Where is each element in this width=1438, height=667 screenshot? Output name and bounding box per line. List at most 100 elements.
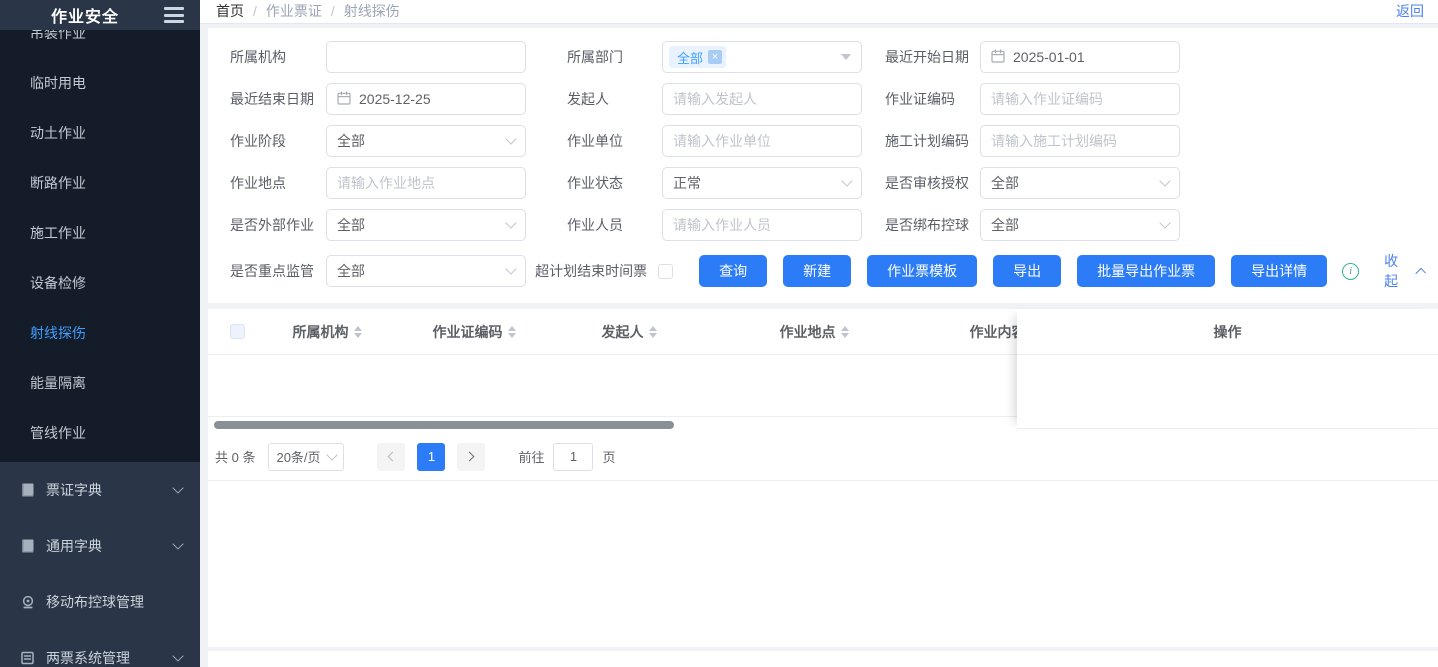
sidebar-item-common-dictionary[interactable]: 通用字典 (0, 518, 200, 574)
caret-down-icon (841, 54, 851, 60)
chevron-down-icon (327, 449, 338, 460)
page-size-value: 20条/页 (276, 447, 328, 466)
page-size-select[interactable]: 20条/页 (268, 443, 344, 471)
status-select[interactable]: 正常 (662, 167, 862, 199)
horizontal-scrollbar-thumb[interactable] (214, 421, 674, 429)
breadcrumb-home[interactable]: 首页 (216, 1, 244, 21)
header-cell-location[interactable]: 作业地点 (704, 322, 924, 342)
key-supervision-select-value: 全部 (337, 261, 507, 281)
search-button[interactable]: 查询 (699, 255, 767, 287)
sidebar-item-radiographic-testing[interactable]: 射线探伤 (0, 308, 200, 358)
sidebar-item-two-ticket-system[interactable]: 两票系统管理 (0, 630, 200, 667)
initiator-input-wrap (662, 83, 862, 115)
breadcrumb: 首页 / 作业票证 / 射线探伤 返回 (200, 0, 1438, 24)
location-input[interactable] (337, 175, 515, 191)
app-window: 吊装作业 临时用电 动土作业 断路作业 施工作业 设备检修 射线探伤 能量隔离 … (0, 0, 1438, 667)
end-date-label: 最近结束日期 (230, 89, 326, 109)
pagination-bar: 共 0 条 20条/页 1 前往 页 (208, 433, 1438, 481)
personnel-input[interactable] (673, 217, 851, 233)
chevron-down-icon (841, 175, 852, 186)
info-icon[interactable]: i (1342, 263, 1359, 280)
sidebar: 吊装作业 临时用电 动土作业 断路作业 施工作业 设备检修 射线探伤 能量隔离 … (0, 0, 200, 667)
overtime-ticket-checkbox[interactable] (658, 264, 673, 279)
status-select-value: 正常 (673, 173, 843, 193)
start-date-value: 2025-01-01 (1013, 49, 1085, 65)
prev-page-button[interactable] (377, 443, 405, 471)
chevron-right-icon (465, 452, 475, 462)
location-label: 作业地点 (230, 173, 326, 193)
sidebar-item-pipeline[interactable]: 管线作业 (0, 408, 200, 458)
ticket-template-button[interactable]: 作业票模板 (867, 255, 977, 287)
next-page-button[interactable] (457, 443, 485, 471)
select-all-checkbox[interactable] (230, 324, 245, 339)
sidebar-item-mobile-ball-management[interactable]: 移动布控球管理 (0, 574, 200, 630)
key-supervision-label: 是否重点监管 (230, 261, 326, 281)
sidebar-item-earthwork[interactable]: 动土作业 (0, 108, 200, 158)
sort-icon[interactable] (354, 326, 362, 338)
export-detail-button[interactable]: 导出详情 (1231, 255, 1327, 287)
breadcrumb-work-tickets[interactable]: 作业票证 (266, 1, 322, 21)
cert-code-input[interactable] (991, 91, 1169, 107)
bind-ball-label: 是否绑布控球 (885, 215, 980, 235)
tag-close-icon[interactable]: × (708, 50, 722, 64)
key-supervision-select[interactable]: 全部 (326, 255, 526, 287)
plan-code-input[interactable] (991, 133, 1169, 149)
sidebar-item-label: 移动布控球管理 (46, 592, 182, 612)
results-table: 所属机构 作业证编码 发起人 作业地点 (208, 309, 1438, 647)
external-select[interactable]: 全部 (326, 209, 526, 241)
header-cell-cert-code[interactable]: 作业证编码 (394, 322, 554, 342)
breadcrumb-current-page: 射线探伤 (344, 1, 400, 21)
header-cell-initiator[interactable]: 发起人 (554, 322, 704, 342)
chevron-down-icon (505, 133, 516, 144)
audit-auth-select[interactable]: 全部 (980, 167, 1180, 199)
org-input[interactable] (337, 49, 515, 65)
sidebar-item-temp-power[interactable]: 临时用电 (0, 58, 200, 108)
create-button[interactable]: 新建 (783, 255, 851, 287)
book-icon (20, 482, 36, 498)
dept-multiselect[interactable]: 全部 × (662, 41, 862, 73)
sidebar-item-circuit-break[interactable]: 断路作业 (0, 158, 200, 208)
stage-select[interactable]: 全部 (326, 125, 526, 157)
unit-input[interactable] (673, 133, 851, 149)
dept-label: 所属部门 (567, 47, 662, 67)
dome-camera-icon (20, 594, 36, 610)
sidebar-item-equipment-repair[interactable]: 设备检修 (0, 258, 200, 308)
sidebar-item-ticket-dictionary[interactable]: 票证字典 (0, 462, 200, 518)
total-count-text: 共 0 条 (215, 447, 255, 466)
start-date-label: 最近开始日期 (885, 47, 980, 67)
sidebar-item-energy-isolation[interactable]: 能量隔离 (0, 358, 200, 408)
end-date-picker[interactable]: 2025-12-25 (326, 83, 526, 115)
start-date-picker[interactable]: 2025-01-01 (980, 41, 1180, 73)
collapse-filters-link[interactable]: 收起 (1384, 251, 1424, 291)
external-label: 是否外部作业 (230, 215, 326, 235)
sort-icon[interactable] (841, 326, 849, 338)
sort-icon[interactable] (649, 326, 657, 338)
header-cell-actions: 操作 (1017, 309, 1438, 355)
page-number-button[interactable]: 1 (417, 443, 445, 471)
goto-label: 前往 (518, 447, 544, 466)
initiator-input[interactable] (673, 91, 851, 107)
calendar-icon (991, 49, 1005, 66)
header-cell-org[interactable]: 所属机构 (260, 322, 394, 342)
back-link[interactable]: 返回 (1396, 1, 1424, 21)
column-label: 发起人 (602, 322, 644, 342)
personnel-input-wrap (662, 209, 862, 241)
column-label: 作业地点 (780, 322, 836, 342)
batch-export-button[interactable]: 批量导出作业票 (1077, 255, 1215, 287)
audit-auth-label: 是否审核授权 (885, 173, 980, 193)
sidebar-item-construction[interactable]: 施工作业 (0, 208, 200, 258)
page-content: 所属机构 所属部门 全部 × (200, 24, 1438, 667)
sidebar-item-label: 票证字典 (46, 480, 174, 500)
chevron-left-icon (388, 452, 398, 462)
fixed-column-body (1017, 355, 1438, 429)
goto-page-input[interactable] (553, 443, 593, 471)
ticket-system-icon (20, 650, 36, 666)
chevron-down-icon (172, 538, 183, 549)
hamburger-menu-icon[interactable] (164, 7, 184, 23)
sort-icon[interactable] (508, 326, 516, 338)
unit-label: 作业单位 (567, 131, 662, 151)
bind-ball-select[interactable]: 全部 (980, 209, 1180, 241)
export-button[interactable]: 导出 (993, 255, 1061, 287)
cert-code-label: 作业证编码 (885, 89, 980, 109)
chevron-down-icon (172, 650, 183, 661)
